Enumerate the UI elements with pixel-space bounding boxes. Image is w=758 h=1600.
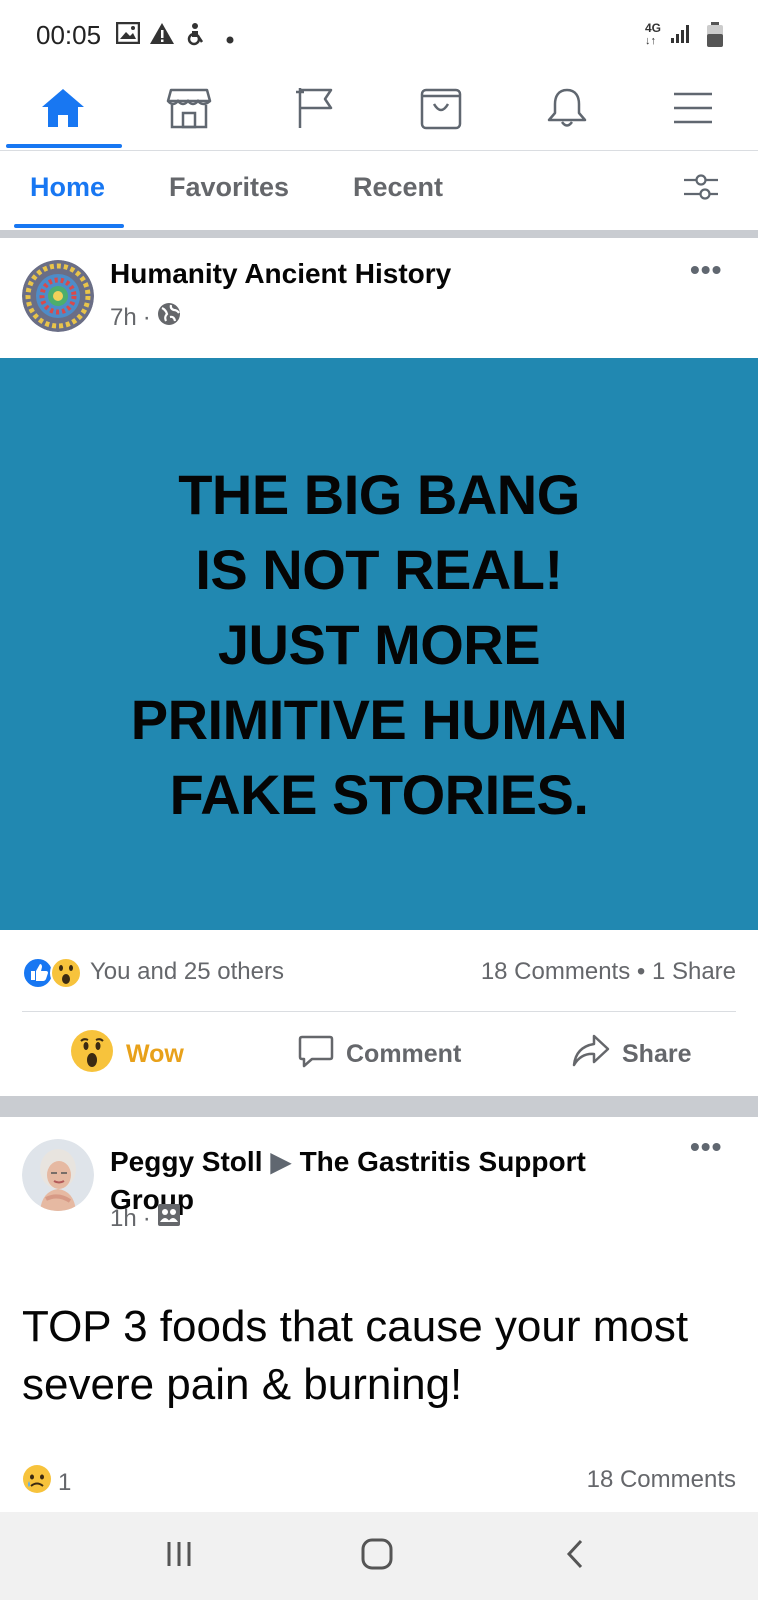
post2-reaction-count: 1 xyxy=(58,1468,72,1496)
post1-image[interactable]: THE BIG BANG IS NOT REAL! JUST MORE PRIM… xyxy=(0,358,758,930)
feed-tabs: Home Favorites Recent xyxy=(0,150,758,230)
image-line: FAKE STORIES. xyxy=(169,762,589,826)
post1-image-text: THE BIG BANG IS NOT REAL! JUST MORE PRIM… xyxy=(131,457,628,832)
system-nav-bar xyxy=(0,1512,758,1600)
post2-arrow: ▶ xyxy=(270,1146,292,1177)
system-back-button[interactable] xyxy=(525,1512,625,1600)
tab-favorites[interactable]: Favorites xyxy=(169,172,289,203)
post2-author-line: Peggy Stoll ▶ The Gastritis Support Grou… xyxy=(110,1143,650,1219)
nav-menu-tab[interactable] xyxy=(630,70,756,150)
comment-label: Comment xyxy=(346,1039,462,1068)
post-separator xyxy=(0,1096,758,1117)
post2-text[interactable]: TOP 3 foods that cause your most severe … xyxy=(22,1298,736,1414)
recent-apps-icon xyxy=(164,1540,194,1573)
image-line: PRIMITIVE HUMAN xyxy=(130,687,628,751)
system-home-button[interactable] xyxy=(327,1512,427,1600)
image-line: JUST MORE xyxy=(217,612,541,676)
post1-more-icon[interactable]: ••• xyxy=(690,254,722,286)
post2-comments[interactable]: 18 Comments xyxy=(587,1466,736,1494)
share-button[interactable]: Share xyxy=(572,1012,691,1096)
post2-reactions[interactable]: 1 xyxy=(22,1464,71,1501)
post1-meta: 7h · xyxy=(110,302,181,333)
accessibility-icon xyxy=(184,22,206,51)
home-button-icon xyxy=(361,1538,393,1575)
post1-counts[interactable]: 18 Comments • 1 Share xyxy=(481,958,736,986)
top-nav xyxy=(0,70,758,151)
notifications-bell-icon xyxy=(545,86,589,135)
network-type: 4G ↓↑ xyxy=(645,21,662,47)
globe-icon xyxy=(157,302,181,333)
post2-time[interactable]: 1h xyxy=(110,1205,137,1233)
home-icon xyxy=(40,87,86,134)
signal-icon xyxy=(670,22,692,49)
like-icon xyxy=(22,957,54,989)
back-icon xyxy=(564,1538,586,1575)
image-icon xyxy=(115,21,141,49)
nav-active-indicator xyxy=(6,144,122,148)
filter-sliders-icon[interactable] xyxy=(682,172,720,207)
wow-icon xyxy=(50,957,82,989)
tab-recent[interactable]: Recent xyxy=(353,172,443,203)
meta-dot: · xyxy=(142,1204,151,1232)
post1-actions: Wow Comment Share xyxy=(0,1012,758,1096)
post1-reactions-text[interactable]: You and 25 others xyxy=(90,958,284,986)
post2-header: Peggy Stoll ▶ The Gastritis Support Grou… xyxy=(0,1117,758,1287)
post1-avatar[interactable] xyxy=(22,260,94,332)
nav-pages-tab[interactable] xyxy=(252,70,378,150)
comment-button[interactable]: Comment xyxy=(298,1012,461,1096)
nav-shop-tab[interactable] xyxy=(378,70,504,150)
dot-icon xyxy=(226,31,234,49)
recent-apps-button[interactable] xyxy=(129,1512,229,1600)
tab-home[interactable]: Home xyxy=(30,172,105,203)
image-line: THE BIG BANG xyxy=(178,462,580,526)
meta-dot: · xyxy=(142,303,151,331)
post2-more-icon[interactable]: ••• xyxy=(690,1131,722,1163)
sad-icon xyxy=(22,1464,52,1501)
post2-avatar[interactable] xyxy=(22,1139,94,1211)
wow-label: Wow xyxy=(126,1039,184,1068)
nav-notifications-tab[interactable] xyxy=(504,70,630,150)
status-bar: 00:05 4G ↓↑ xyxy=(0,0,758,70)
comment-icon xyxy=(298,1033,334,1076)
post1-reactions-row: You and 25 others 18 Comments • 1 Share xyxy=(0,930,758,1010)
menu-icon xyxy=(672,91,714,130)
share-arrow-icon xyxy=(572,1033,610,1076)
nav-marketplace-tab[interactable] xyxy=(126,70,252,150)
battery-icon xyxy=(706,22,724,53)
marketplace-icon xyxy=(166,87,212,134)
nav-home-tab[interactable] xyxy=(0,70,126,150)
post1-author[interactable]: Humanity Ancient History xyxy=(110,258,451,290)
pages-flag-icon xyxy=(295,86,335,135)
warning-icon xyxy=(149,22,175,50)
image-line: IS NOT REAL! xyxy=(195,537,563,601)
group-icon xyxy=(157,1203,181,1234)
post1-time[interactable]: 7h xyxy=(110,304,137,332)
share-label: Share xyxy=(622,1039,692,1068)
post1-header: Humanity Ancient History 7h · ••• xyxy=(0,238,758,358)
wow-button[interactable]: Wow xyxy=(70,1012,184,1096)
post1-reaction-icons[interactable] xyxy=(22,956,84,989)
shop-bag-icon xyxy=(419,86,463,135)
post2-author[interactable]: Peggy Stoll xyxy=(110,1146,262,1177)
wow-icon xyxy=(70,1029,114,1080)
post2-meta: 1h · xyxy=(110,1203,181,1234)
status-time: 00:05 xyxy=(36,20,102,50)
tab-active-indicator xyxy=(14,224,124,228)
feed-separator xyxy=(0,230,758,238)
